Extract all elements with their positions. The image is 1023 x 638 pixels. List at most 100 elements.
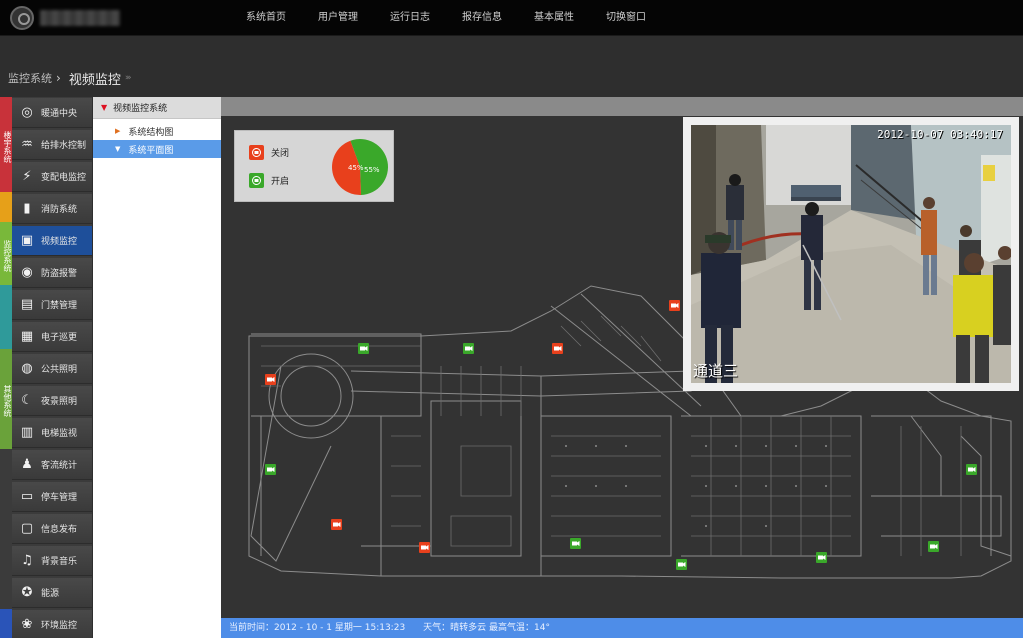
nav-logs[interactable]: 运行日志	[374, 0, 446, 36]
sidebar-item-6[interactable]: ▤ 门禁管理	[12, 290, 92, 320]
breadcrumb-current: 视频监控	[68, 72, 121, 88]
camera-marker[interactable]	[358, 343, 369, 354]
sidebar-item-11[interactable]: ♟ 客流统计	[12, 450, 92, 480]
camera-marker[interactable]	[552, 343, 563, 354]
category-spacer-1	[0, 192, 12, 222]
alarm-icon: ◉	[21, 265, 33, 280]
sidebar-item-0[interactable]: ◎ 暖通中央	[12, 98, 92, 128]
sidebar-item-13[interactable]: ▢ 信息发布	[12, 514, 92, 544]
fire-extinguisher-icon: ▮	[23, 201, 31, 216]
sidebar-item-label: 视频监控	[41, 237, 78, 247]
sidebar-item-12[interactable]: ▭ 停车管理	[12, 482, 92, 512]
tree-node-label: 系统结构图	[128, 127, 174, 138]
breadcrumb-root[interactable]: 监控系统	[8, 70, 52, 86]
camera-closed-icon	[249, 145, 264, 160]
nav-switch-window[interactable]: 切换窗口	[590, 0, 662, 36]
status-time: 当前时间：2012 - 10 - 1 星期一 15:13:23	[229, 623, 406, 633]
elevator-icon: ▥	[20, 425, 34, 440]
camera-marker[interactable]	[570, 538, 581, 549]
caret-right-icon: ▶	[115, 127, 121, 135]
camera-marker[interactable]	[676, 559, 687, 570]
category-spacer-3	[0, 449, 12, 609]
hvac-icon: ◎	[21, 105, 33, 120]
caret-down-icon: ▼	[101, 103, 108, 112]
sidebar-item-8[interactable]: ◍ 公共照明	[12, 354, 92, 384]
camera-video-frame: 2012-10-07 03:40:17 通道三	[691, 125, 1011, 383]
camera-marker[interactable]	[265, 464, 276, 475]
sidebar-item-10[interactable]: ▥ 电梯监视	[12, 418, 92, 448]
camera-feed-popup[interactable]: 2012-10-07 03:40:17 通道三	[683, 117, 1019, 391]
monitor-icon: ▢	[20, 521, 34, 536]
patrol-icon: ▦	[20, 329, 34, 344]
moon-icon: ☾	[21, 393, 33, 408]
sidebar-item-label: 电子巡更	[41, 333, 78, 343]
category-other[interactable]: 其他系统	[0, 349, 12, 449]
sidebar-item-5[interactable]: ◉ 防盗报警	[12, 258, 92, 288]
sidebar-item-label: 夜景照明	[41, 397, 78, 407]
tree-root-label: 视频监控系统	[113, 104, 168, 114]
sidebar-item-label: 信息发布	[41, 525, 78, 535]
main-nav: 系统首页 用户管理 运行日志 报存信息 基本属性 切换窗口	[230, 0, 662, 36]
camera-marker[interactable]	[331, 519, 342, 530]
category-building[interactable]: 楼宇系统	[0, 97, 12, 192]
water-drop-icon: ♒	[21, 137, 33, 152]
tree-node-label: 系统平面图	[128, 145, 174, 156]
sidebar-item-label: 环境监控	[41, 621, 78, 631]
tree-panel: ▼ 视频监控系统 ▶ 系统结构图 ▼ 系统平面图	[93, 97, 221, 638]
tree-root[interactable]: ▼ 视频监控系统	[93, 97, 221, 119]
camera-status-legend: 关闭 开启 45% 55%	[234, 130, 394, 202]
category-strip: 楼宇系统 监控系统 其他系统	[0, 97, 12, 638]
camera-marker[interactable]	[816, 552, 827, 563]
sidebar-item-label: 能源	[41, 589, 60, 599]
sidebar-item-label: 暖通中央	[41, 109, 78, 119]
tree-node-structure[interactable]: ▶ 系统结构图	[93, 122, 221, 140]
camera-marker[interactable]	[966, 464, 977, 475]
nav-properties[interactable]: 基本属性	[518, 0, 590, 36]
camera-marker[interactable]	[463, 343, 474, 354]
legend-open-row: 开启	[249, 173, 289, 188]
breadcrumb: 监控系统 › 视频监控 ›››	[8, 68, 132, 88]
main-header-bar	[221, 97, 1023, 116]
camera-marker[interactable]	[928, 541, 939, 552]
sidebar-item-label: 防盗报警	[41, 269, 78, 279]
app-window: 系统首页 用户管理 运行日志 报存信息 基本属性 切换窗口 监控系统 › 视频监…	[0, 0, 1023, 638]
sidebar-item-label: 停车管理	[41, 493, 78, 503]
nav-saved-info[interactable]: 报存信息	[446, 0, 518, 36]
sidebar-item-9[interactable]: ☾ 夜景照明	[12, 386, 92, 416]
people-icon: ♟	[21, 457, 33, 472]
sidebar-item-3[interactable]: ▮ 消防系统	[12, 194, 92, 224]
camera-timestamp: 2012-10-07 03:40:17	[877, 128, 1003, 141]
camera-icon: ▣	[20, 233, 34, 248]
sidebar-item-1[interactable]: ♒ 给排水控制	[12, 130, 92, 160]
sidebar-item-15[interactable]: ✪ 能源	[12, 578, 92, 608]
category-spacer-4	[0, 609, 12, 638]
pie-label-open: 55%	[364, 166, 380, 174]
category-monitor[interactable]: 监控系统	[0, 222, 12, 285]
brand-logo	[40, 10, 120, 26]
nav-users[interactable]: 用户管理	[302, 0, 374, 36]
sidebar-item-4[interactable]: ▣ 视频监控	[12, 226, 92, 256]
camera-open-icon	[249, 173, 264, 188]
sidebar-item-label: 门禁管理	[41, 301, 78, 311]
status-weather: 天气：晴转多云 最高气温：14°	[423, 623, 550, 633]
sidebar-item-label: 电梯监视	[41, 429, 78, 439]
sidebar-item-label: 公共照明	[41, 365, 78, 375]
double-chevron-icon: ›››	[124, 73, 132, 83]
camera-marker[interactable]	[265, 374, 276, 385]
bulb-icon: ◍	[21, 361, 33, 376]
sidebar-item-7[interactable]: ▦ 电子巡更	[12, 322, 92, 352]
caret-down-icon: ▼	[115, 145, 121, 153]
sidebar-item-14[interactable]: ♫ 背景音乐	[12, 546, 92, 576]
sidebar-item-16[interactable]: ❀ 环境监控	[12, 610, 92, 638]
legend-closed-row: 关闭	[249, 145, 289, 160]
sidebar-item-2[interactable]: ⚡ 变配电监控	[12, 162, 92, 192]
chevron-right-icon: ›	[56, 71, 61, 85]
tree-node-floorplan[interactable]: ▼ 系统平面图	[93, 140, 221, 158]
sidebar-item-label: 消防系统	[41, 205, 78, 215]
top-nav-bar: 系统首页 用户管理 运行日志 报存信息 基本属性 切换窗口	[0, 0, 1023, 36]
nav-home[interactable]: 系统首页	[230, 0, 302, 36]
camera-marker[interactable]	[669, 300, 680, 311]
camera-scene	[691, 125, 1011, 383]
camera-marker[interactable]	[419, 542, 430, 553]
logo-icon	[10, 6, 34, 30]
